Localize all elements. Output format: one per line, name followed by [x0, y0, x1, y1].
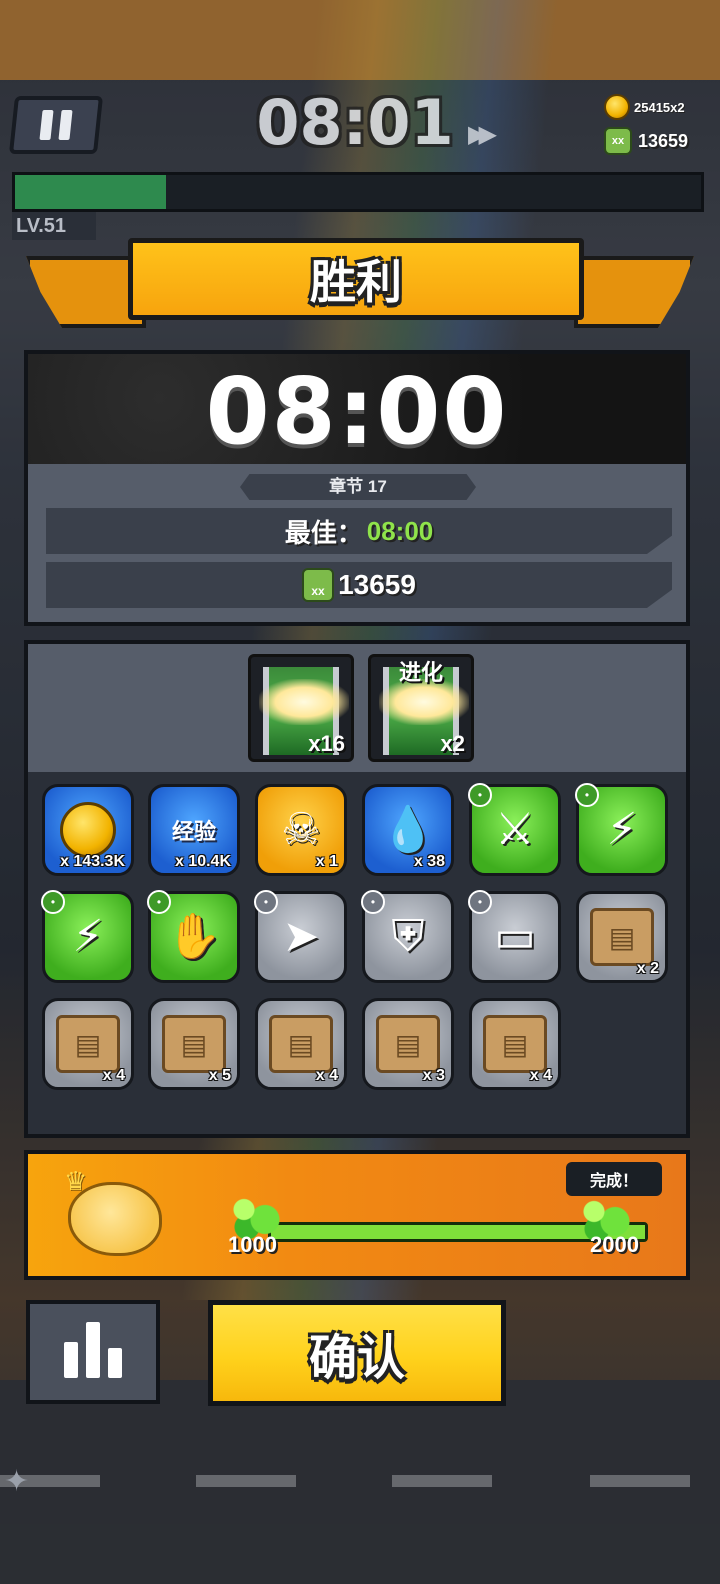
- reward-count: x 10.4K: [174, 853, 231, 870]
- equipment-slot-badge-icon: •: [468, 783, 492, 807]
- hud-kills: xx 13659: [604, 124, 708, 158]
- reward-item[interactable]: • ✋: [147, 890, 240, 983]
- reward-item[interactable]: 💧 x 38: [362, 784, 454, 876]
- armor-scroll-icon: ▤: [56, 1015, 120, 1073]
- chapter-label: 章节 17: [240, 474, 476, 500]
- xp-bar: [12, 172, 704, 212]
- glove-scroll-icon: ▤: [376, 1015, 440, 1073]
- zombie-kill-icon: xx: [604, 127, 632, 155]
- reward-count: x 4: [529, 1067, 552, 1084]
- boots-scroll-icon: ▤: [483, 1015, 547, 1073]
- equipment-slot-badge-icon: •: [41, 890, 65, 914]
- evolution-chest[interactable]: 进化 x2: [368, 654, 474, 762]
- pause-button[interactable]: [8, 96, 104, 154]
- reward-count: x 1: [315, 853, 338, 870]
- survival-time-panel: 08:00 章节 17 最佳： 08:00 xx 13659: [24, 350, 690, 626]
- pause-icon: [58, 110, 73, 140]
- reward-item[interactable]: • ➤: [254, 890, 347, 983]
- player-level: LV.51: [12, 212, 96, 240]
- reward-item[interactable]: • ⛨: [361, 890, 454, 983]
- time-header: 08:00: [28, 354, 686, 465]
- reward-item[interactable]: ▤ x 5: [148, 998, 240, 1090]
- survival-time: 08:00: [205, 358, 509, 465]
- skull-material-icon: ☠: [281, 804, 321, 855]
- bar-chart-icon: [108, 1348, 122, 1378]
- reward-item[interactable]: ▤ x 3: [362, 998, 454, 1090]
- hud-coins: 25415x2: [604, 93, 708, 121]
- equipment-slot-badge-icon: •: [361, 890, 385, 914]
- reward-count: x 3: [422, 1067, 445, 1084]
- best-time-label: 最佳：: [284, 517, 363, 548]
- zombie-kill-icon: xx: [302, 568, 335, 602]
- reward-item[interactable]: • ⚡: [41, 890, 134, 983]
- fast-forward-icon[interactable]: ▶▶: [468, 120, 497, 149]
- chest-count: x2: [440, 731, 465, 756]
- hud-timer: 08:01: [256, 86, 454, 159]
- lightning-necklace-icon: ⚡: [606, 804, 638, 855]
- reward-item[interactable]: • ▭: [468, 890, 561, 983]
- chest-glow: [259, 679, 349, 725]
- best-time-value: 08:00: [366, 515, 434, 546]
- kunai-icon: ➤: [282, 911, 320, 962]
- shuriken-icon: ✦: [4, 1465, 30, 1498]
- kills-row: xx 13659: [46, 562, 672, 608]
- crown-icon: ♛: [64, 1166, 88, 1196]
- gem-end-value: 2000: [590, 1232, 639, 1257]
- best-time-row: 最佳： 08:00: [46, 508, 672, 554]
- chest-label: 进化: [398, 660, 443, 685]
- reward-count: x 143.3K: [60, 853, 125, 870]
- pause-icon: [39, 110, 54, 140]
- reward-item[interactable]: ▤ x 4: [469, 998, 561, 1090]
- reward-count: x 38: [413, 853, 445, 870]
- equipment-slot-badge-icon: •: [254, 890, 278, 914]
- completed-tag: 完成！: [566, 1162, 662, 1196]
- reward-count: x 4: [315, 1067, 338, 1084]
- chest-strip: x16 进化 x2: [28, 644, 686, 772]
- reward-item[interactable]: • ⚔: [468, 783, 561, 876]
- oil-drop-icon: 💧: [380, 804, 436, 855]
- reward-count: x 4: [102, 1067, 125, 1084]
- equipment-slot-badge-icon: •: [147, 890, 171, 914]
- statistics-button[interactable]: [26, 1300, 160, 1404]
- leather-belt-icon: ▭: [494, 911, 536, 962]
- reward-items-grid: x 143.3K 经验 x 10.4K ☠ x 1 💧 x 38 • ⚔ • ⚡ • ⚡ • ✋ • ➤ • ⛨ • ▭…: [41, 783, 682, 1094]
- lightning-belt-icon: ⚡: [72, 911, 104, 962]
- reward-item[interactable]: ▤ x 4: [42, 998, 134, 1090]
- belt-scroll-icon: ▤: [269, 1015, 333, 1073]
- reward-item[interactable]: x 143.3K: [42, 784, 134, 876]
- kills-value: 13659: [338, 569, 416, 600]
- bar-chart-icon: [86, 1322, 100, 1378]
- confirm-label: 确认: [308, 1330, 405, 1386]
- power-glove-icon: ✋: [166, 911, 222, 962]
- katana-icon: ⚔: [495, 804, 535, 855]
- hud-kills-value: 13659: [638, 130, 689, 151]
- reward-item[interactable]: ▤ x 2: [576, 891, 668, 983]
- victory-title: 胜利: [310, 255, 402, 309]
- equipment-slot-badge-icon: •: [468, 890, 492, 914]
- xp-bar-fill: [15, 175, 166, 209]
- hud-coins-value: 25415x2: [634, 99, 685, 115]
- equipment-slot-badge-icon: •: [575, 783, 599, 807]
- gem-piggy-bank-panel[interactable]: ♛ 1000 2000 完成！: [24, 1150, 690, 1280]
- reward-count: x 5: [208, 1067, 231, 1084]
- rewards-panel: x16 进化 x2 x 143.3K 经验 x 10.4K ☠ x 1 💧 x 38 • ⚔ • ⚡…: [24, 640, 690, 1138]
- chest-count: x16: [308, 731, 345, 756]
- gold-coin-icon: [60, 802, 116, 858]
- equipment-chest[interactable]: x16: [248, 654, 354, 762]
- gold-coin-icon: [604, 94, 630, 120]
- reward-item[interactable]: • ⚡: [575, 783, 668, 876]
- reward-item[interactable]: ☠ x 1: [255, 784, 347, 876]
- victory-banner: 胜利: [128, 238, 584, 320]
- reward-item[interactable]: 经验 x 10.4K: [148, 784, 240, 876]
- bar-chart-icon: [64, 1342, 78, 1378]
- necklace-scroll-icon: ▤: [162, 1015, 226, 1073]
- reward-item[interactable]: ▤ x 4: [255, 998, 347, 1090]
- gun-scroll-icon: ▤: [590, 908, 654, 966]
- reward-count: x 2: [636, 960, 659, 977]
- armor-vest-icon: ⛨: [391, 911, 425, 962]
- stats-section: 章节 17 最佳： 08:00 xx 13659: [28, 464, 686, 622]
- exp-gem-icon: 经验: [171, 820, 216, 845]
- confirm-button[interactable]: 确认: [208, 1300, 506, 1406]
- gem-start-value: 1000: [228, 1232, 277, 1257]
